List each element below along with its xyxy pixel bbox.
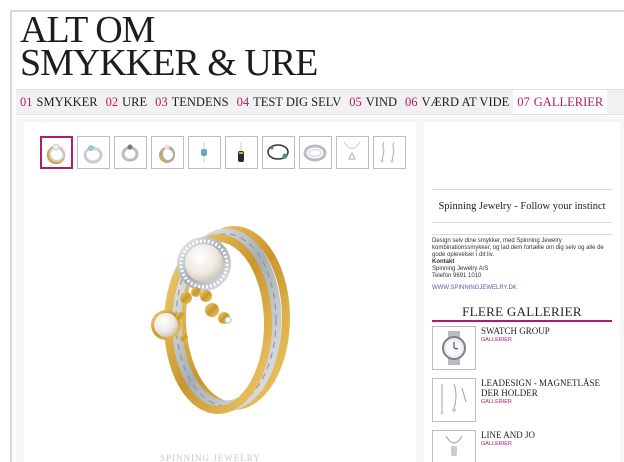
site-logo[interactable]: ALT OM SMYKKER & URE: [20, 11, 318, 84]
gallery-thumbnail[interactable]: [373, 136, 406, 169]
nav-item-number: 06: [405, 94, 418, 109]
hero-ring-image: [151, 226, 290, 414]
nav-item-label: TEST DIG SELV: [253, 94, 342, 109]
description-text: Design selv dine smykker, med Spinning J…: [432, 238, 604, 258]
sidebar-divider: [432, 222, 612, 223]
nav-item-ure[interactable]: 02 URE: [102, 90, 152, 114]
ring-icon: [46, 143, 66, 165]
nav-item-label: GALLERIER: [533, 94, 604, 109]
earrings-icon: [380, 141, 395, 163]
gallery-link-category: GALLERIER: [481, 337, 512, 343]
gallery-link-name: LEADESIGN - MAGNETLÅSE DER HOLDER: [481, 378, 600, 398]
bracelet-icon: [267, 144, 289, 160]
nav-item-number: 04: [236, 94, 250, 109]
sidebar-divider: [432, 234, 612, 235]
gallery-thumbnail[interactable]: [188, 136, 221, 169]
gallery-thumbnail[interactable]: [114, 136, 147, 169]
nav-item-number: 02: [105, 94, 119, 109]
nav-item-tendens[interactable]: 03 TENDENS: [151, 90, 232, 114]
gallery-thumbnail[interactable]: [40, 136, 73, 169]
nav-item-label: VIND: [365, 94, 398, 109]
gallery-thumbnail[interactable]: [225, 136, 258, 169]
sidebar-divider: [432, 189, 612, 190]
nav-item-gallerier[interactable]: 07 GALLERIER: [513, 90, 608, 114]
gallery-link-line-and-jo[interactable]: LINE AND JO GALLERIER: [432, 430, 612, 462]
nav-item-number: 01: [20, 94, 33, 109]
nav-item-number: 07: [517, 94, 530, 109]
more-galleries-rule: [432, 320, 612, 322]
more-galleries-heading: FLERE GALLERIER: [462, 304, 582, 319]
nav-item-label: URE: [122, 94, 148, 109]
ring-icon: [159, 144, 175, 163]
nav-item-test-dig-selv[interactable]: 04 TEST DIG SELV: [233, 90, 346, 114]
gallery-link-thumbnail: [432, 378, 476, 422]
gallery-link-swatch-group[interactable]: SWATCH GROUP GALLERIER: [432, 326, 612, 370]
contact-phone: Telefon 9691 1010: [432, 273, 482, 279]
nav-item-smykker[interactable]: 01 SMYKKER: [16, 90, 102, 114]
ring-icon: [303, 144, 327, 162]
nav-item-number: 05: [349, 94, 362, 109]
gallery-link-thumbnail: [432, 430, 476, 462]
gallery-link-name: LINE AND JO: [481, 430, 535, 440]
charm-icon: [238, 142, 244, 162]
gallery-thumbnail[interactable]: [77, 136, 110, 169]
necklace-icon: [343, 141, 361, 160]
gallery-thumbnail[interactable]: [299, 136, 332, 169]
gallery-title: Spinning Jewelry - Follow your instinct: [438, 201, 606, 212]
gallery-description: Design selv dine smykker, med Spinning J…: [432, 238, 612, 280]
nav-item-label: TENDENS: [171, 94, 229, 109]
necklace-icon: [440, 383, 467, 415]
main-nav: 01 SMYKKER 02 URE 03 TENDENS 04 TEST DIG…: [16, 89, 624, 115]
gallery-link-name: SWATCH GROUP: [481, 326, 550, 336]
bead-icon: [201, 142, 207, 163]
nav-item-number: 03: [155, 94, 168, 109]
nav-item-vind[interactable]: 05 VIND: [345, 90, 401, 114]
gallery-link-thumbnail: [432, 326, 476, 370]
contact-heading: Kontakt: [432, 259, 455, 265]
pendant-icon: [445, 435, 463, 456]
logo-line-2: SMYKKER & URE: [20, 42, 318, 84]
watch-icon: [442, 331, 466, 365]
ring-icon: [83, 145, 103, 164]
gallery-thumbnail[interactable]: [262, 136, 295, 169]
gallery-thumbnail-strip: [40, 136, 406, 169]
gallery-link-category: GALLERIER: [481, 399, 512, 405]
nav-item-vaerd-at-vide[interactable]: 06 VÆRD AT VIDE: [401, 90, 513, 114]
nav-item-label: SMYKKER: [36, 94, 98, 109]
gallery-link-leadesign[interactable]: LEADESIGN - MAGNETLÅSE DER HOLDER GALLER…: [432, 378, 612, 422]
website-link[interactable]: WWW.SPINNINGJEWELRY.DK: [432, 285, 517, 291]
image-caption: SPINNING JEWELRY: [160, 453, 261, 462]
contact-name: Spinning Jewelry A/S: [432, 266, 489, 272]
nav-item-label: VÆRD AT VIDE: [421, 94, 510, 109]
gallery-link-category: GALLERIER: [481, 441, 512, 447]
ring-icon: [121, 144, 139, 162]
gallery-thumbnail[interactable]: [151, 136, 184, 169]
gallery-thumbnail[interactable]: [336, 136, 369, 169]
